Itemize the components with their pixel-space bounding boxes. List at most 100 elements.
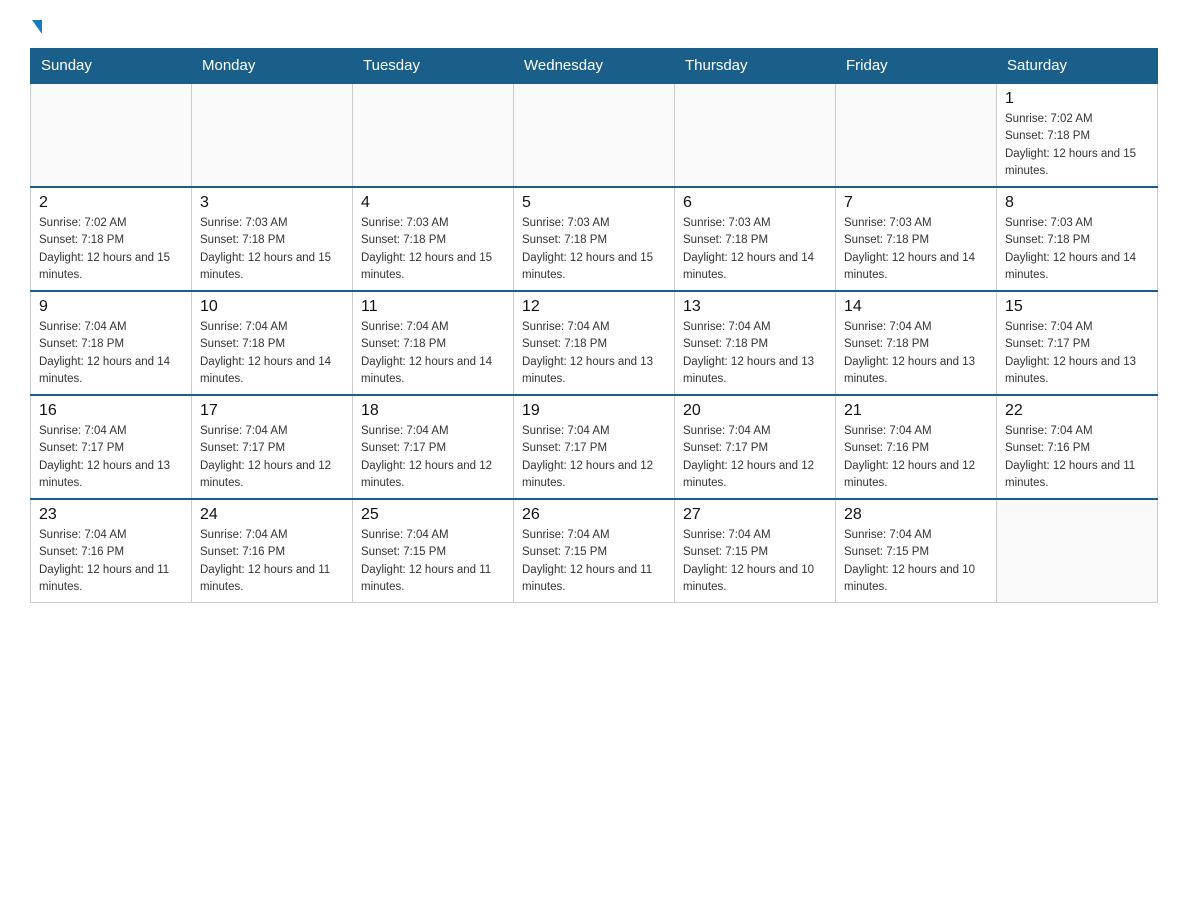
day-cell: 18 Sunrise: 7:04 AMSunset: 7:17 PMDayligh… bbox=[353, 395, 514, 499]
day-info: Sunrise: 7:04 AMSunset: 7:15 PMDaylight:… bbox=[361, 527, 505, 596]
day-number: 18 bbox=[361, 402, 505, 420]
day-info: Sunrise: 7:04 AMSunset: 7:15 PMDaylight:… bbox=[844, 527, 988, 596]
day-number: 5 bbox=[522, 194, 666, 212]
day-cell: 20 Sunrise: 7:04 AMSunset: 7:17 PMDayligh… bbox=[675, 395, 836, 499]
day-info: Sunrise: 7:04 AMSunset: 7:17 PMDaylight:… bbox=[39, 423, 183, 492]
day-number: 16 bbox=[39, 402, 183, 420]
day-cell: 13 Sunrise: 7:04 AMSunset: 7:18 PMDayligh… bbox=[675, 291, 836, 395]
day-number: 7 bbox=[844, 194, 988, 212]
column-header-sunday: Sunday bbox=[31, 49, 192, 84]
day-cell: 26 Sunrise: 7:04 AMSunset: 7:15 PMDayligh… bbox=[514, 499, 675, 603]
day-number: 1 bbox=[1005, 90, 1149, 108]
day-number: 10 bbox=[200, 298, 344, 316]
calendar-table: SundayMondayTuesdayWednesdayThursdayFrid… bbox=[30, 48, 1158, 603]
day-number: 27 bbox=[683, 506, 827, 524]
day-cell: 4 Sunrise: 7:03 AMSunset: 7:18 PMDaylight… bbox=[353, 187, 514, 291]
day-cell: 1Sunrise: 7:02 AMSunset: 7:18 PMDaylight… bbox=[997, 83, 1158, 187]
day-cell bbox=[514, 83, 675, 187]
day-cell: 22 Sunrise: 7:04 AMSunset: 7:16 PMDayligh… bbox=[997, 395, 1158, 499]
day-info: Sunrise: 7:03 AMSunset: 7:18 PMDaylight:… bbox=[844, 215, 988, 284]
day-number: 13 bbox=[683, 298, 827, 316]
day-number: 2 bbox=[39, 194, 183, 212]
column-header-monday: Monday bbox=[192, 49, 353, 84]
day-number: 9 bbox=[39, 298, 183, 316]
day-number: 11 bbox=[361, 298, 505, 316]
day-cell: 11 Sunrise: 7:04 AMSunset: 7:18 PMDayligh… bbox=[353, 291, 514, 395]
day-cell: 9 Sunrise: 7:04 AMSunset: 7:18 PMDaylight… bbox=[31, 291, 192, 395]
day-number: 17 bbox=[200, 402, 344, 420]
day-cell: 17 Sunrise: 7:04 AMSunset: 7:17 PMDayligh… bbox=[192, 395, 353, 499]
day-info: Sunrise: 7:04 AMSunset: 7:17 PMDaylight:… bbox=[200, 423, 344, 492]
day-cell: 25Sunrise: 7:04 AMSunset: 7:15 PMDayligh… bbox=[353, 499, 514, 603]
day-info: Sunrise: 7:03 AMSunset: 7:18 PMDaylight:… bbox=[522, 215, 666, 284]
day-cell: 14 Sunrise: 7:04 AMSunset: 7:18 PMDayligh… bbox=[836, 291, 997, 395]
day-info: Sunrise: 7:04 AMSunset: 7:16 PMDaylight:… bbox=[844, 423, 988, 492]
day-cell bbox=[192, 83, 353, 187]
page-header bbox=[30, 20, 1158, 32]
day-cell bbox=[836, 83, 997, 187]
day-info: Sunrise: 7:04 AMSunset: 7:17 PMDaylight:… bbox=[361, 423, 505, 492]
calendar-header-row: SundayMondayTuesdayWednesdayThursdayFrid… bbox=[31, 49, 1158, 84]
week-row-3: 9 Sunrise: 7:04 AMSunset: 7:18 PMDaylight… bbox=[31, 291, 1158, 395]
day-number: 19 bbox=[522, 402, 666, 420]
day-info: Sunrise: 7:04 AMSunset: 7:18 PMDaylight:… bbox=[39, 319, 183, 388]
day-number: 6 bbox=[683, 194, 827, 212]
column-header-thursday: Thursday bbox=[675, 49, 836, 84]
day-cell bbox=[675, 83, 836, 187]
day-info: Sunrise: 7:03 AMSunset: 7:18 PMDaylight:… bbox=[361, 215, 505, 284]
week-row-5: 23 Sunrise: 7:04 AMSunset: 7:16 PMDayligh… bbox=[31, 499, 1158, 603]
day-info: Sunrise: 7:04 AMSunset: 7:17 PMDaylight:… bbox=[683, 423, 827, 492]
column-header-saturday: Saturday bbox=[997, 49, 1158, 84]
day-cell: 2 Sunrise: 7:02 AMSunset: 7:18 PMDaylight… bbox=[31, 187, 192, 291]
day-number: 24 bbox=[200, 506, 344, 524]
day-number: 20 bbox=[683, 402, 827, 420]
day-number: 26 bbox=[522, 506, 666, 524]
day-info: Sunrise: 7:04 AMSunset: 7:17 PMDaylight:… bbox=[522, 423, 666, 492]
day-cell: 3Sunrise: 7:03 AMSunset: 7:18 PMDaylight… bbox=[192, 187, 353, 291]
logo bbox=[30, 20, 42, 32]
day-info: Sunrise: 7:03 AMSunset: 7:18 PMDaylight:… bbox=[1005, 215, 1149, 284]
day-number: 14 bbox=[844, 298, 988, 316]
day-cell bbox=[997, 499, 1158, 603]
day-info: Sunrise: 7:03 AMSunset: 7:18 PMDaylight:… bbox=[683, 215, 827, 284]
day-info: Sunrise: 7:04 AMSunset: 7:18 PMDaylight:… bbox=[361, 319, 505, 388]
day-cell: 24 Sunrise: 7:04 AMSunset: 7:16 PMDayligh… bbox=[192, 499, 353, 603]
day-cell: 7 Sunrise: 7:03 AMSunset: 7:18 PMDaylight… bbox=[836, 187, 997, 291]
day-cell bbox=[31, 83, 192, 187]
day-number: 3 bbox=[200, 194, 344, 212]
day-info: Sunrise: 7:04 AMSunset: 7:15 PMDaylight:… bbox=[522, 527, 666, 596]
column-header-friday: Friday bbox=[836, 49, 997, 84]
day-number: 4 bbox=[361, 194, 505, 212]
day-info: Sunrise: 7:02 AMSunset: 7:18 PMDaylight:… bbox=[39, 215, 183, 284]
day-info: Sunrise: 7:04 AMSunset: 7:18 PMDaylight:… bbox=[522, 319, 666, 388]
day-info: Sunrise: 7:04 AMSunset: 7:17 PMDaylight:… bbox=[1005, 319, 1149, 388]
day-cell: 15 Sunrise: 7:04 AMSunset: 7:17 PMDayligh… bbox=[997, 291, 1158, 395]
day-number: 22 bbox=[1005, 402, 1149, 420]
week-row-2: 2 Sunrise: 7:02 AMSunset: 7:18 PMDaylight… bbox=[31, 187, 1158, 291]
day-cell: 5 Sunrise: 7:03 AMSunset: 7:18 PMDaylight… bbox=[514, 187, 675, 291]
day-cell: 6 Sunrise: 7:03 AMSunset: 7:18 PMDaylight… bbox=[675, 187, 836, 291]
day-info: Sunrise: 7:04 AMSunset: 7:16 PMDaylight:… bbox=[200, 527, 344, 596]
day-cell: 16 Sunrise: 7:04 AMSunset: 7:17 PMDayligh… bbox=[31, 395, 192, 499]
column-header-wednesday: Wednesday bbox=[514, 49, 675, 84]
day-cell: 23 Sunrise: 7:04 AMSunset: 7:16 PMDayligh… bbox=[31, 499, 192, 603]
day-info: Sunrise: 7:04 AMSunset: 7:18 PMDaylight:… bbox=[200, 319, 344, 388]
week-row-4: 16 Sunrise: 7:04 AMSunset: 7:17 PMDayligh… bbox=[31, 395, 1158, 499]
logo-triangle-icon bbox=[32, 20, 42, 34]
day-info: Sunrise: 7:04 AMSunset: 7:16 PMDaylight:… bbox=[1005, 423, 1149, 492]
day-info: Sunrise: 7:04 AMSunset: 7:15 PMDaylight:… bbox=[683, 527, 827, 596]
day-number: 15 bbox=[1005, 298, 1149, 316]
day-number: 8 bbox=[1005, 194, 1149, 212]
day-info: Sunrise: 7:04 AMSunset: 7:16 PMDaylight:… bbox=[39, 527, 183, 596]
column-header-tuesday: Tuesday bbox=[353, 49, 514, 84]
day-number: 12 bbox=[522, 298, 666, 316]
week-row-1: 1Sunrise: 7:02 AMSunset: 7:18 PMDaylight… bbox=[31, 83, 1158, 187]
day-number: 21 bbox=[844, 402, 988, 420]
day-info: Sunrise: 7:04 AMSunset: 7:18 PMDaylight:… bbox=[844, 319, 988, 388]
day-cell bbox=[353, 83, 514, 187]
day-cell: 27 Sunrise: 7:04 AMSunset: 7:15 PMDayligh… bbox=[675, 499, 836, 603]
day-cell: 19 Sunrise: 7:04 AMSunset: 7:17 PMDayligh… bbox=[514, 395, 675, 499]
day-cell: 28Sunrise: 7:04 AMSunset: 7:15 PMDayligh… bbox=[836, 499, 997, 603]
day-info: Sunrise: 7:04 AMSunset: 7:18 PMDaylight:… bbox=[683, 319, 827, 388]
day-number: 23 bbox=[39, 506, 183, 524]
